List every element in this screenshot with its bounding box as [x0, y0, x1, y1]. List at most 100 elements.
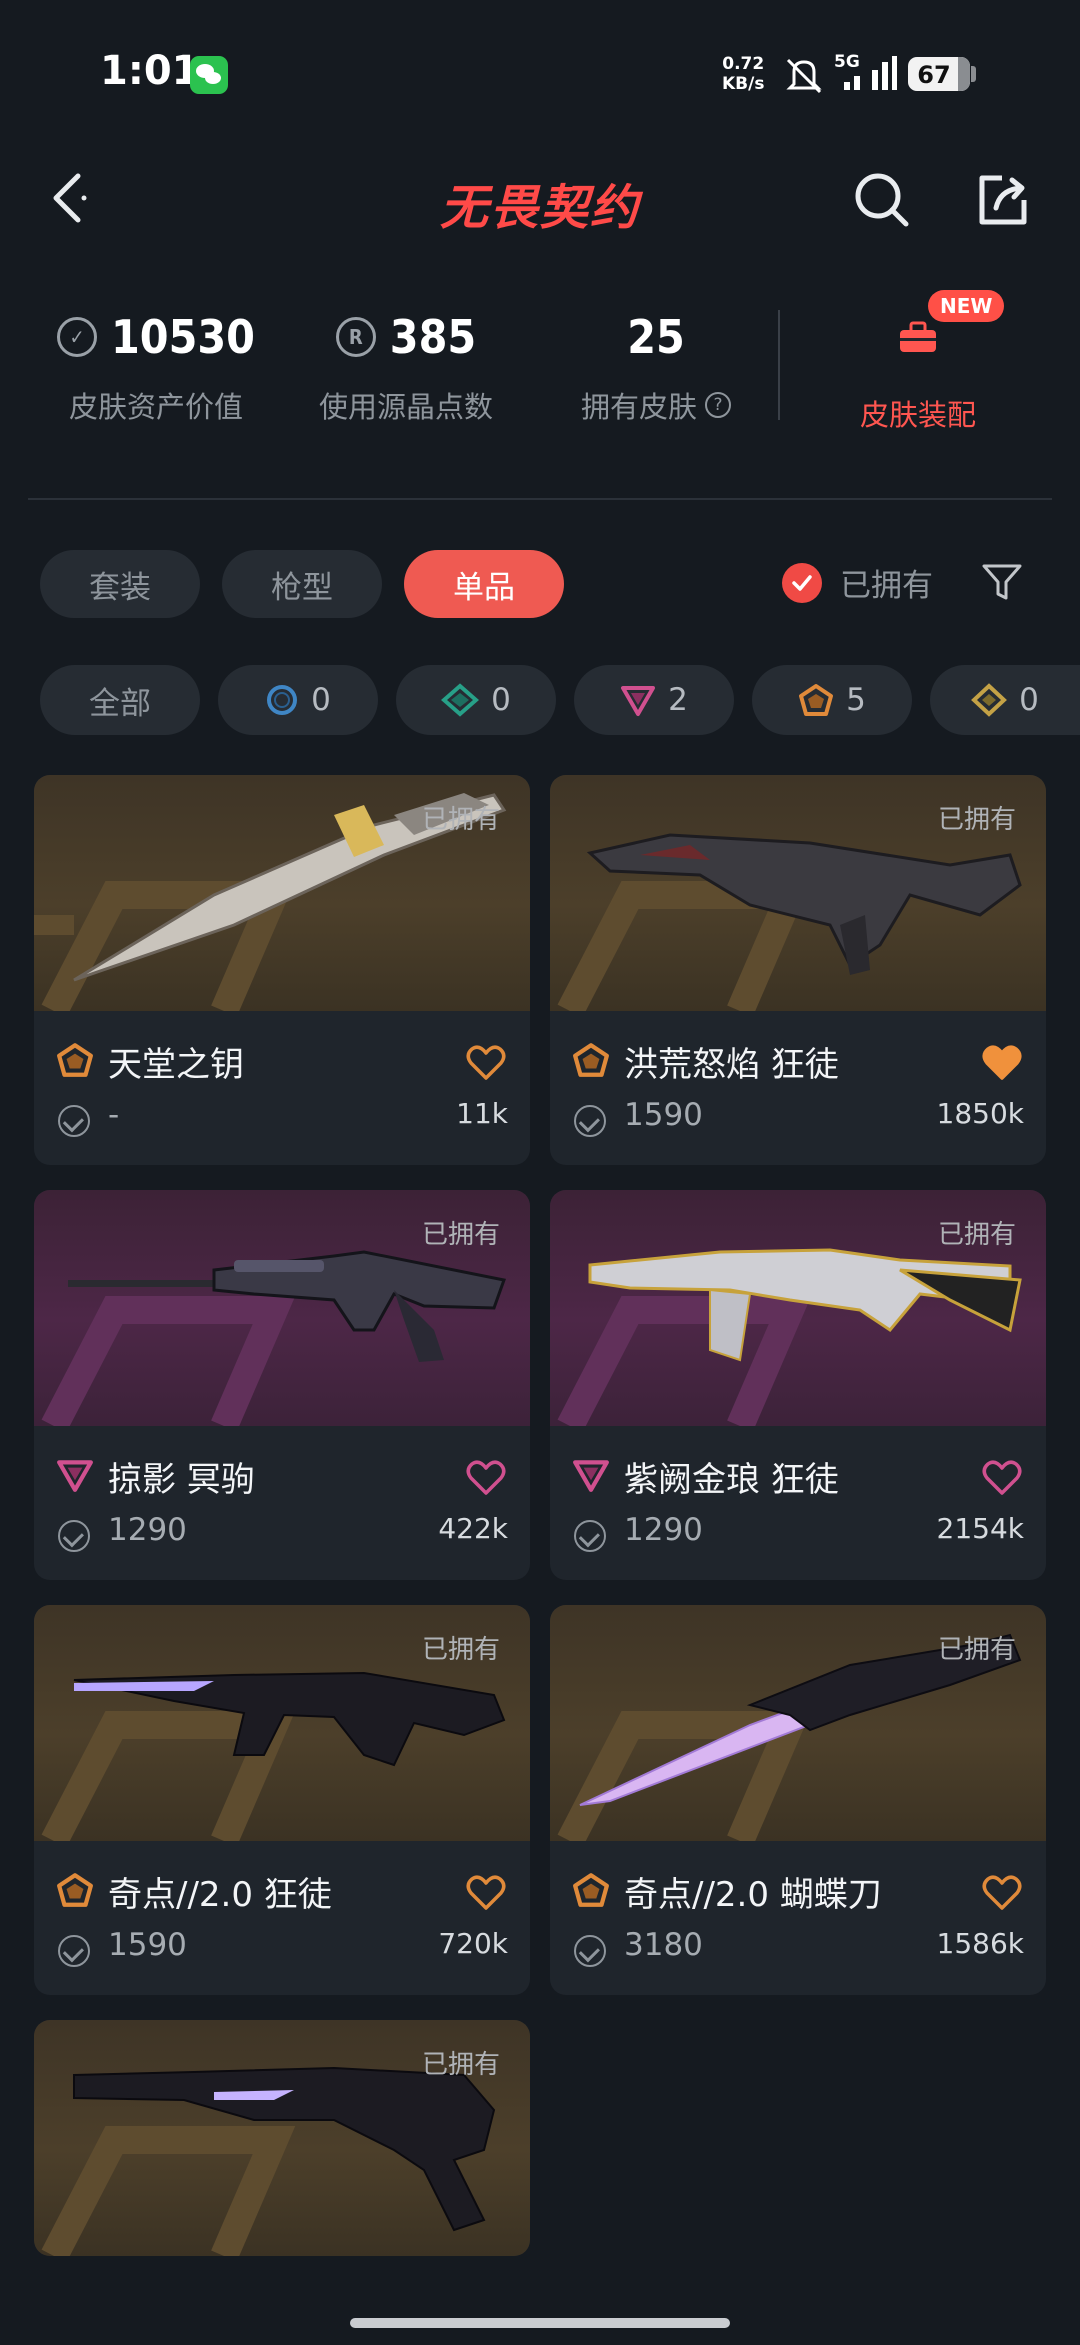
- tab-bundles[interactable]: 套装: [40, 550, 200, 618]
- stat-label: 皮肤资产价值: [68, 390, 243, 424]
- stat-asset-value: ✓ 10530 皮肤资产价值: [56, 310, 256, 426]
- skin-card[interactable]: 已拥有 掠影 冥驹 1290 422k: [34, 1190, 530, 1580]
- chip-deluxe-tier[interactable]: 0: [396, 665, 556, 735]
- owned-tag: 已拥有: [421, 805, 500, 835]
- status-bar: 1:01 0.72 KB/s 5G 67: [0, 0, 1080, 150]
- skin-price: 1590: [624, 1097, 703, 1133]
- exclusive-tier-icon: [573, 1043, 609, 1077]
- stat-label: 拥有皮肤: [580, 390, 697, 424]
- vp-coin-icon: [58, 1105, 90, 1137]
- skin-likes: 1850k: [936, 1097, 1024, 1130]
- skin-card[interactable]: 已拥有 奇点//2.0 狂徒 1590 720k: [34, 1605, 530, 1995]
- stat-value: 10530: [111, 310, 255, 364]
- exclusive-tier-icon: [57, 1043, 93, 1077]
- exclusive-tier-icon: [57, 1873, 93, 1907]
- chip-exclusive-tier[interactable]: 5: [752, 665, 912, 735]
- home-indicator[interactable]: [350, 2318, 730, 2328]
- premium-tier-icon: [57, 1460, 93, 1492]
- owned-label: 已拥有: [840, 568, 933, 604]
- battery-icon: 67: [908, 57, 970, 91]
- vp-coin-icon: [574, 1935, 606, 1967]
- vp-coin-icon: [574, 1520, 606, 1552]
- skin-card[interactable]: 已拥有 洪荒怒焰 狂徒 1590 1850k: [550, 775, 1046, 1165]
- skin-image: 已拥有: [34, 1605, 530, 1841]
- new-badge: NEW: [928, 290, 1005, 322]
- owned-toggle[interactable]: 已拥有: [782, 560, 933, 605]
- skin-likes: 422k: [438, 1512, 508, 1545]
- stat-value: 385: [389, 310, 477, 364]
- chip-all[interactable]: 全部: [40, 665, 200, 735]
- network-speed-value: 0.72: [722, 54, 765, 74]
- skin-card[interactable]: 已拥有 紫阙金琅 狂徒 1290 2154k: [550, 1190, 1046, 1580]
- network-speed-unit: KB/s: [722, 74, 765, 94]
- radianite-coin-icon: R: [335, 317, 376, 357]
- briefcase-icon: [900, 321, 936, 352]
- vp-coin-icon: [58, 1520, 90, 1552]
- mute-icon: [786, 58, 822, 94]
- help-icon[interactable]: ?: [705, 392, 731, 418]
- tab-single-items[interactable]: 单品: [404, 550, 564, 618]
- network-speed: 0.72 KB/s: [722, 54, 764, 94]
- heart-icon[interactable]: [466, 1045, 506, 1081]
- status-time: 1:01: [100, 48, 200, 94]
- heart-icon[interactable]: [982, 1460, 1022, 1496]
- stat-label: 使用源晶点数: [318, 390, 493, 424]
- heart-icon[interactable]: [982, 1045, 1022, 1081]
- battery-level: 67: [917, 61, 951, 89]
- heart-icon[interactable]: [466, 1875, 506, 1911]
- skin-price: 1290: [108, 1512, 187, 1548]
- vp-coin-icon: ✓: [57, 317, 97, 357]
- select-tier-icon: [267, 685, 298, 715]
- skin-image: 已拥有: [34, 2020, 530, 2256]
- wechat-notification-icon: [190, 56, 228, 94]
- skin-price: 1590: [108, 1927, 187, 1963]
- share-icon[interactable]: [972, 170, 1032, 230]
- skin-card[interactable]: 已拥有 天堂之钥 - 11k: [34, 775, 530, 1165]
- owned-tag: 已拥有: [421, 2050, 500, 2080]
- divider: [28, 498, 1052, 500]
- skin-price: 1290: [624, 1512, 703, 1548]
- owned-tag: 已拥有: [421, 1635, 500, 1665]
- owned-tag: 已拥有: [937, 1635, 1016, 1665]
- skin-likes: 720k: [438, 1927, 508, 1960]
- stat-value: 25: [627, 310, 685, 364]
- premium-tier-icon: [573, 1460, 609, 1492]
- deluxe-tier-icon: [441, 683, 480, 717]
- page-title: 无畏契约: [439, 180, 640, 236]
- exclusive-tier-icon: [799, 684, 834, 716]
- ultra-tier-icon: [971, 683, 1008, 717]
- skin-loadout-button[interactable]: NEW 皮肤装配: [838, 290, 1005, 440]
- exclusive-tier-icon: [573, 1873, 609, 1907]
- chip-select-tier[interactable]: 0: [218, 665, 378, 735]
- chip-count: 0: [311, 682, 331, 718]
- chip-count: 0: [491, 682, 511, 718]
- loadout-label: 皮肤装配: [859, 398, 976, 432]
- skin-likes: 11k: [456, 1097, 508, 1130]
- chip-ultra-tier[interactable]: 0: [930, 665, 1080, 735]
- skin-name: 掠影 冥驹: [108, 1460, 255, 1500]
- filter-icon[interactable]: [980, 560, 1024, 604]
- skin-image: 已拥有: [550, 775, 1046, 1011]
- skin-image: 已拥有: [34, 1190, 530, 1426]
- check-icon: [782, 562, 822, 603]
- premium-tier-icon: [621, 686, 656, 716]
- skin-card[interactable]: 已拥有: [34, 2020, 530, 2256]
- owned-tag: 已拥有: [937, 1220, 1016, 1250]
- owned-tag: 已拥有: [937, 805, 1016, 835]
- skin-price: -: [108, 1097, 120, 1133]
- chip-count: 5: [846, 682, 866, 718]
- stat-owned-skins[interactable]: 25 拥有皮肤 ?: [566, 310, 746, 426]
- chip-count: 2: [668, 682, 688, 718]
- skin-name: 紫阙金琅 狂徒: [624, 1460, 839, 1500]
- skin-likes: 1586k: [936, 1927, 1024, 1960]
- stat-radianite: R 385 使用源晶点数: [306, 310, 506, 426]
- tab-weapon-types[interactable]: 枪型: [222, 550, 382, 618]
- skin-card[interactable]: 已拥有 奇点//2.0 蝴蝶刀 3180 1586k: [550, 1605, 1046, 1995]
- skin-image: 已拥有: [550, 1190, 1046, 1426]
- signal-icon: [844, 56, 897, 90]
- vp-coin-icon: [58, 1935, 90, 1967]
- heart-icon[interactable]: [466, 1460, 506, 1496]
- chip-premium-tier[interactable]: 2: [574, 665, 734, 735]
- search-icon[interactable]: [852, 170, 912, 230]
- heart-icon[interactable]: [982, 1875, 1022, 1911]
